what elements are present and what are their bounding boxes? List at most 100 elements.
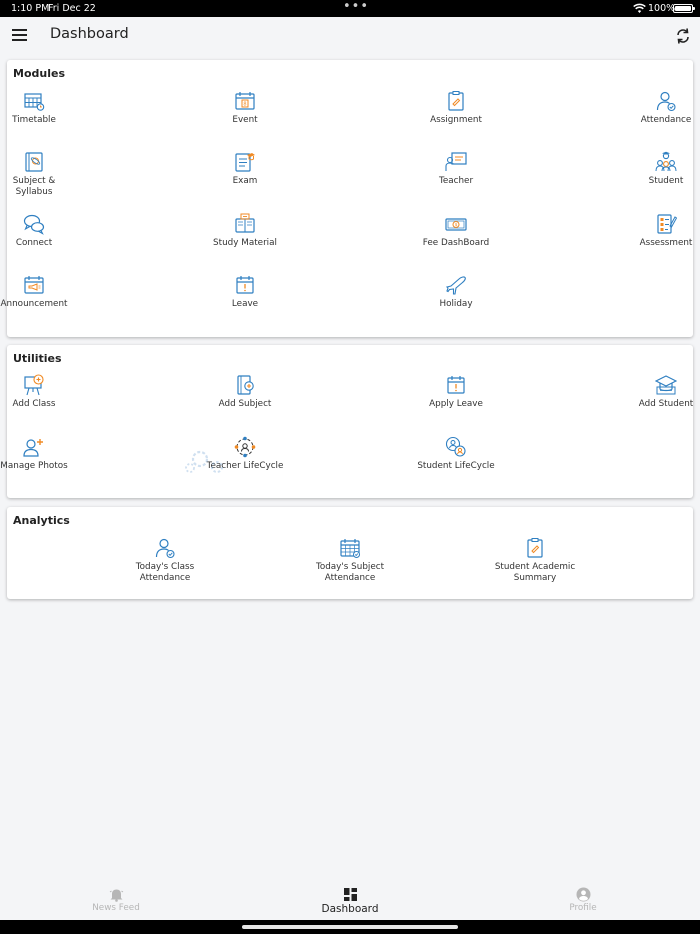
student-group-icon [655, 151, 677, 172]
apply-leave-icon [447, 376, 465, 394]
tile-label: Exam [232, 176, 258, 186]
announcement-megaphone-icon [24, 276, 44, 294]
analytics-class-attendance[interactable]: Today's Class Attendance [124, 537, 206, 583]
tile-label: Assessment [639, 238, 693, 248]
nav-label: News Feed [92, 903, 140, 913]
utility-add-subject[interactable]: Add Subject [204, 374, 286, 410]
tile-label: Manage Photos [0, 461, 68, 471]
module-fee-dashboard[interactable]: $ Fee DashBoard [415, 213, 497, 249]
fee-cash-icon: $ [445, 218, 467, 231]
module-holiday[interactable]: Holiday [415, 274, 497, 310]
utility-apply-leave[interactable]: Apply Leave [415, 374, 497, 410]
tile-label: Attendance [640, 115, 692, 125]
menu-hamburger-icon[interactable] [12, 29, 27, 41]
tile-label: Add Student [638, 399, 694, 409]
tile-label: Today's Subject Attendance [315, 562, 385, 583]
tile-label: Assignment [430, 115, 482, 125]
loading-gears-icon [185, 450, 223, 473]
tile-label: Timetable [12, 115, 56, 125]
tile-label: Subject & Syllabus [12, 176, 56, 197]
module-leave[interactable]: Leave [204, 274, 286, 310]
tile-label: Study Material [213, 238, 277, 248]
module-announcement[interactable]: Announcement [0, 274, 75, 310]
leave-calendar-icon [236, 276, 254, 294]
utilities-title: Utilities [13, 352, 62, 365]
module-connect[interactable]: Connect [0, 213, 75, 249]
sync-refresh-icon[interactable] [675, 27, 691, 45]
study-material-icon [235, 213, 255, 233]
manage-photos-user-add-icon [23, 439, 43, 457]
tile-label: Add Class [12, 399, 56, 409]
svg-text:$: $ [455, 222, 458, 228]
home-indicator[interactable] [0, 920, 700, 934]
module-timetable[interactable]: Timetable [0, 90, 75, 126]
page-title: Dashboard [50, 26, 129, 42]
nav-news-feed[interactable]: News Feed [56, 884, 176, 913]
exam-sheet-icon [235, 153, 255, 172]
analytics-title: Analytics [13, 514, 70, 527]
module-assessment[interactable]: Assessment [625, 213, 700, 249]
utility-student-lifecycle[interactable]: Student LifeCycle [415, 436, 497, 472]
tile-label: Holiday [439, 299, 473, 309]
connect-chat-icon [23, 214, 45, 235]
assessment-checklist-icon [657, 214, 677, 234]
tile-label: Connect [15, 238, 53, 248]
tile-label: Apply Leave [429, 399, 483, 409]
tile-label: Leave [231, 299, 259, 309]
nav-profile[interactable]: Profile [523, 884, 643, 913]
bottom-nav: News Feed Dashboard Profile [0, 884, 700, 920]
subject-book-icon [25, 152, 43, 172]
status-bar: 1:10 PM Fri Dec 22 ••• 100% [0, 0, 700, 17]
tile-label: Teacher [438, 176, 474, 186]
module-study-material[interactable]: Study Material [204, 213, 286, 249]
bell-icon [109, 889, 123, 902]
tile-label: Student Academic Summary [494, 562, 576, 583]
subject-attendance-calendar-icon [340, 539, 360, 558]
utilities-card: Utilities Add Class Add Subject Apply Le… [0, 345, 693, 498]
teacher-lifecycle-icon [234, 436, 256, 458]
modules-title: Modules [13, 67, 65, 80]
battery-percent: 100% [648, 3, 676, 14]
utility-manage-photos[interactable]: Manage Photos [0, 436, 75, 472]
analytics-academic-summary[interactable]: Student Academic Summary [494, 537, 576, 583]
module-assignment[interactable]: Assignment [415, 90, 497, 126]
teacher-board-icon [445, 152, 467, 171]
module-attendance[interactable]: Attendance [625, 90, 700, 126]
nav-dashboard[interactable]: Dashboard [290, 884, 410, 915]
status-date: Fri Dec 22 [48, 3, 96, 14]
tile-label: Add Subject [218, 399, 272, 409]
dashboard-grid-icon [343, 888, 357, 901]
module-exam[interactable]: Exam [204, 151, 286, 187]
module-teacher[interactable]: Teacher [415, 151, 497, 187]
module-event[interactable]: 8 Event [204, 90, 286, 126]
utility-add-class[interactable]: Add Class [0, 374, 75, 410]
svg-text:8: 8 [243, 102, 246, 108]
module-subject-syllabus[interactable]: Subject & Syllabus [0, 151, 75, 197]
tile-label: Fee DashBoard [422, 238, 490, 248]
analytics-card: Analytics Today's Class Attendance Today… [7, 507, 693, 599]
app-header: Dashboard [0, 17, 700, 57]
status-time: 1:10 PM [11, 3, 50, 14]
academic-summary-clipboard-icon [527, 538, 543, 558]
add-student-cap-icon [655, 375, 677, 395]
tile-label: Announcement [0, 299, 68, 309]
student-lifecycle-icon [445, 436, 466, 457]
wifi-icon [633, 3, 646, 13]
class-attendance-icon [155, 538, 175, 559]
profile-user-icon [576, 887, 590, 902]
analytics-subject-attendance[interactable]: Today's Subject Attendance [309, 537, 391, 583]
assignment-clipboard-icon [448, 91, 464, 111]
tile-label: Today's Class Attendance [135, 562, 195, 583]
tile-label: Student LifeCycle [417, 461, 495, 471]
multitasking-dots-icon[interactable]: ••• [343, 0, 369, 14]
timetable-icon [24, 93, 45, 111]
utility-add-student[interactable]: Add Student [625, 374, 700, 410]
battery-icon [673, 4, 695, 13]
holiday-plane-icon [445, 276, 466, 295]
tile-label: Event [232, 115, 258, 125]
modules-card: Modules Timetable 8 Event Assignment Att… [1, 60, 693, 337]
attendance-user-check-icon [656, 91, 676, 112]
add-class-board-icon [24, 374, 44, 396]
add-subject-icon [237, 375, 254, 395]
module-student[interactable]: Student [625, 151, 700, 187]
